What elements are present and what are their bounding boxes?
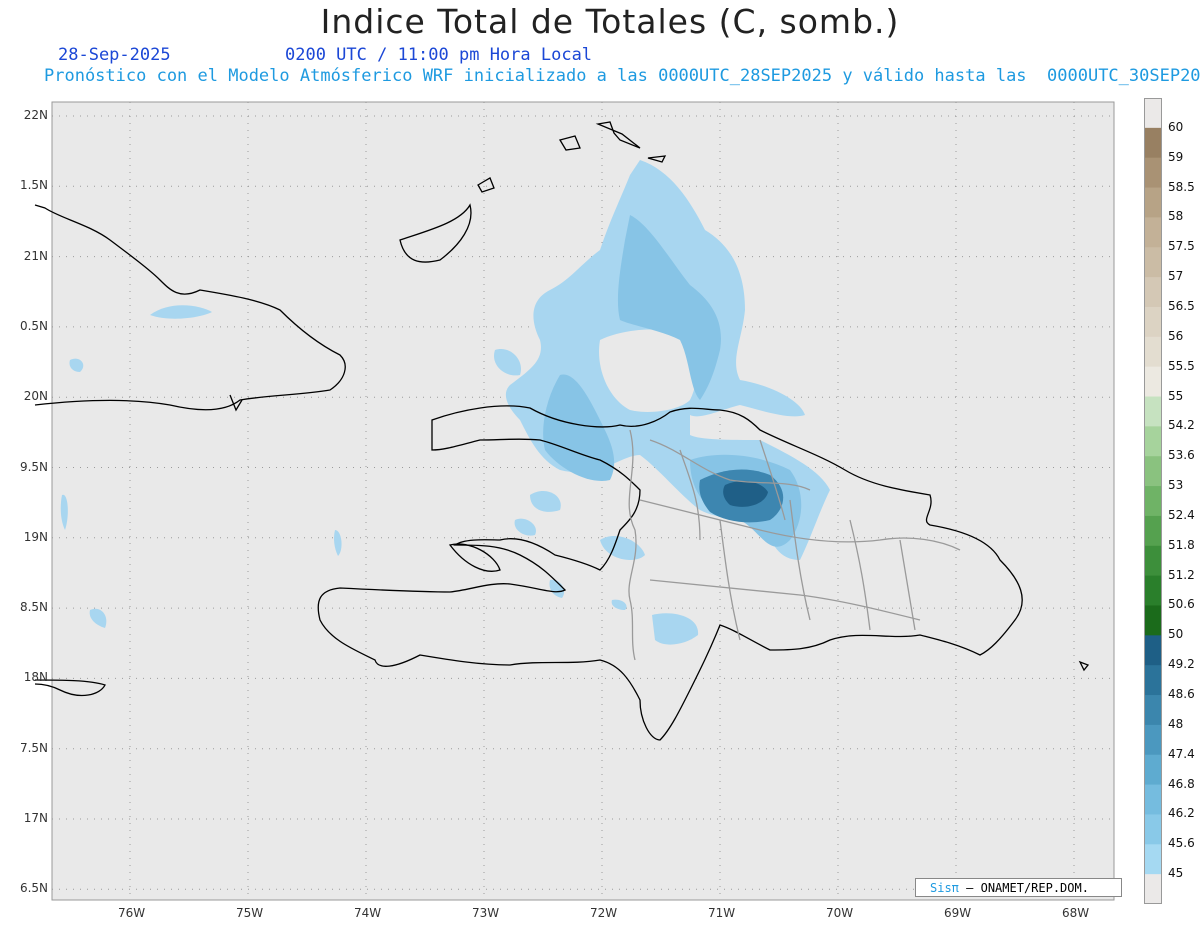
colorbar-label: 51.8 xyxy=(1168,537,1195,552)
model-info: Pronóstico con el Modelo Atmósferico WRF… xyxy=(44,66,1200,86)
lat-label: 22N xyxy=(23,108,48,122)
map-title: Indice Total de Totales (C, somb.) xyxy=(320,2,900,41)
lon-label: 68W xyxy=(1062,906,1090,920)
colorbar-swatch xyxy=(1144,515,1162,547)
colorbar-swatch xyxy=(1144,695,1162,726)
colorbar-label: 52.4 xyxy=(1168,507,1195,522)
colorbar-label: 46.2 xyxy=(1168,806,1195,821)
colorbar-swatch xyxy=(1144,545,1162,577)
colorbar-label: 55.5 xyxy=(1168,358,1195,373)
colorbar-label: 48.6 xyxy=(1168,687,1195,702)
colorbar-swatch xyxy=(1144,127,1162,159)
colorbar-swatch xyxy=(1144,605,1162,636)
credit-org: – ONAMET/REP.DOM. xyxy=(966,881,1089,895)
colorbar-label: 59 xyxy=(1168,149,1184,164)
colorbar-label: 45 xyxy=(1168,866,1184,881)
colorbar-label: 53 xyxy=(1168,478,1184,493)
colorbar-label: 55 xyxy=(1168,388,1184,403)
colorbar-label: 48 xyxy=(1168,716,1184,731)
colorbar-swatch xyxy=(1144,306,1162,338)
lon-label: 70W xyxy=(826,906,854,920)
colorbar-swatch xyxy=(1144,874,1162,904)
colorbar-label: 58 xyxy=(1168,209,1184,224)
colorbar-swatch xyxy=(1144,456,1162,487)
colorbar-label: 54.2 xyxy=(1168,418,1195,433)
colorbar-label: 45.6 xyxy=(1168,836,1195,851)
colorbar-label: 57 xyxy=(1168,269,1184,284)
colorbar-swatch xyxy=(1144,217,1162,248)
colorbar-swatch xyxy=(1144,426,1162,457)
colorbar-swatch xyxy=(1144,784,1162,815)
lat-label: 20N xyxy=(23,389,48,404)
lat-label: 19N xyxy=(23,529,48,544)
colorbar-label: 56 xyxy=(1168,328,1184,343)
colorbar-swatch xyxy=(1144,98,1162,129)
colorbar-label: 46.8 xyxy=(1168,776,1195,791)
credit-box: Sisπ – ONAMET/REP.DOM. xyxy=(915,878,1122,897)
lon-label: 76W xyxy=(118,906,146,920)
lon-label: 72W xyxy=(590,906,618,920)
colorbar-swatch xyxy=(1144,157,1162,189)
forecast-time: 0200 UTC / 11:00 pm Hora Local xyxy=(285,45,593,65)
colorbar-swatch xyxy=(1144,336,1162,368)
lat-label: 18N xyxy=(23,670,48,685)
lat-label: 21N xyxy=(23,248,48,263)
colorbar-label: 49.2 xyxy=(1168,657,1195,672)
lat-label: 17N xyxy=(23,811,48,825)
colorbar-label: 53.6 xyxy=(1168,448,1195,463)
colorbar-label: 56.5 xyxy=(1168,298,1195,313)
lon-label: 71W xyxy=(708,906,736,920)
colorbar-label: 51.2 xyxy=(1168,567,1195,582)
colorbar-swatch xyxy=(1144,665,1162,696)
colorbar-swatch xyxy=(1144,486,1162,517)
lon-label: 75W xyxy=(236,906,264,920)
lat-label: 7.5N xyxy=(19,740,48,755)
colorbar-label: 57.5 xyxy=(1168,239,1195,254)
colorbar-swatch xyxy=(1144,396,1162,427)
lon-label: 74W xyxy=(354,906,382,920)
forecast-map xyxy=(34,101,1115,901)
colorbar xyxy=(1144,98,1162,904)
forecast-date: 28-Sep-2025 xyxy=(58,45,171,65)
lat-label: 1.5N xyxy=(19,178,48,193)
lon-label: 73W xyxy=(472,906,500,920)
colorbar-swatch xyxy=(1144,277,1162,308)
lat-label: 9.5N xyxy=(19,459,48,474)
colorbar-label: 50 xyxy=(1168,627,1184,642)
lat-label: 6.5N xyxy=(19,881,48,896)
colorbar-label: 60 xyxy=(1168,119,1184,134)
colorbar-swatch xyxy=(1144,635,1162,666)
colorbar-swatch xyxy=(1144,247,1162,278)
colorbar-swatch xyxy=(1144,187,1162,218)
lat-label: 0.5N xyxy=(19,318,48,333)
colorbar-swatch xyxy=(1144,575,1162,606)
lat-label: 8.5N xyxy=(19,600,48,615)
credit-brand: Sisπ xyxy=(930,881,959,895)
lon-label: 69W xyxy=(944,906,972,920)
colorbar-swatch xyxy=(1144,814,1162,845)
colorbar-swatch xyxy=(1144,844,1162,875)
colorbar-label: 47.4 xyxy=(1168,746,1195,761)
colorbar-label: 58.5 xyxy=(1168,179,1195,194)
colorbar-swatch xyxy=(1144,366,1162,398)
colorbar-swatch xyxy=(1144,754,1162,786)
colorbar-label: 50.6 xyxy=(1168,597,1195,612)
colorbar-swatch xyxy=(1144,724,1162,756)
